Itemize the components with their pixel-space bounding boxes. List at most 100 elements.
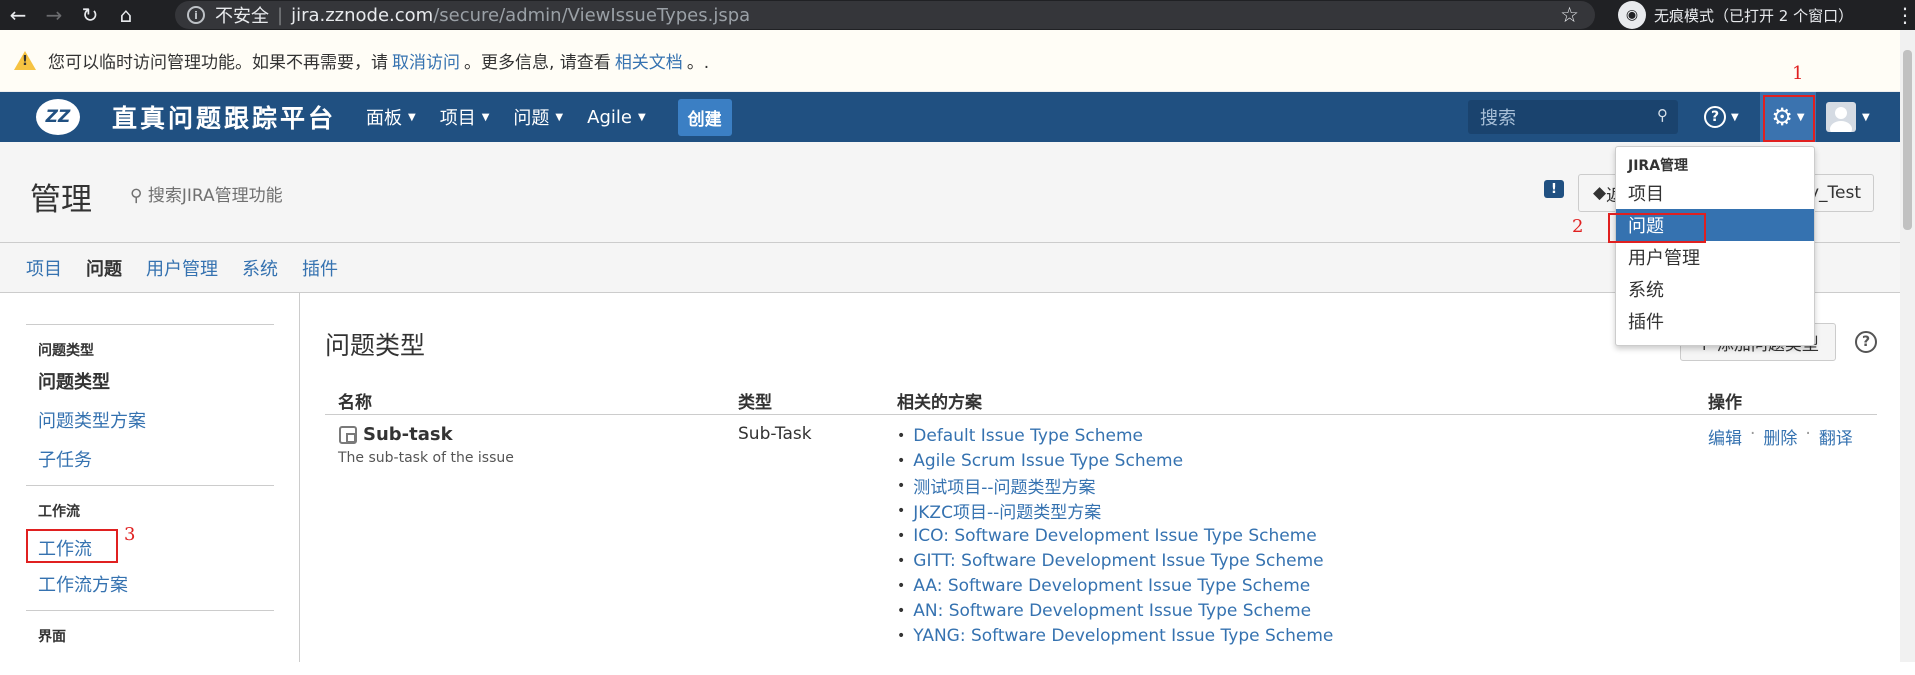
scheme-link[interactable]: JKZC项目--问题类型方案 xyxy=(897,498,1333,523)
chevron-down-icon: ▼ xyxy=(408,111,416,123)
logo[interactable]: ZZ xyxy=(36,99,80,135)
tab-projects[interactable]: 项目 xyxy=(26,255,62,281)
ops-separator: · xyxy=(1750,424,1756,444)
incognito-indicator[interactable]: ◉ 无痕模式（已打开 2 个窗口） xyxy=(1618,1,1854,29)
dropdown-heading: JIRA管理 xyxy=(1628,158,1689,174)
column-schemes: 相关的方案 xyxy=(897,393,982,413)
search-placeholder: 搜索 xyxy=(1480,108,1516,129)
brand-name[interactable]: 直真问题跟踪平台 xyxy=(112,99,336,135)
scheme-link[interactable]: YANG: Software Development Issue Type Sc… xyxy=(897,623,1333,648)
chevron-down-icon: ▼ xyxy=(1862,111,1870,123)
address-bar[interactable]: i 不安全 | jira.zznode.com /secure/admin/Vi… xyxy=(175,1,1595,29)
scheme-link[interactable]: Agile Scrum Issue Type Scheme xyxy=(897,448,1333,473)
nav-label: Agile xyxy=(587,106,632,128)
nav-issues[interactable]: 问题 ▼ xyxy=(513,99,563,136)
create-button[interactable]: 创建 xyxy=(677,98,732,136)
reload-icon[interactable]: ↻ xyxy=(72,0,108,30)
annotation-number-1: 1 xyxy=(1792,63,1804,84)
nav-label: 项目 xyxy=(439,108,476,129)
incognito-icon: ◉ xyxy=(1618,1,1646,29)
column-type: 类型 xyxy=(738,393,772,413)
feedback-icon[interactable]: ! xyxy=(1544,180,1564,198)
annotation-box-1 xyxy=(1763,95,1815,142)
dropdown-item-addons[interactable]: 插件 xyxy=(1616,305,1814,337)
column-name: 名称 xyxy=(338,393,372,413)
scheme-list: Default Issue Type Scheme Agile Scrum Is… xyxy=(897,423,1333,648)
admin-dropdown-menu: JIRA管理 项目 问题 用户管理 系统 插件 xyxy=(1615,146,1815,346)
sidebar-group-screens: 界面 xyxy=(38,629,66,645)
admin-search-label: 搜索JIRA管理功能 xyxy=(147,186,283,206)
top-nav: 面板 ▼ 项目 ▼ 问题 ▼ Agile ▼ 创建 xyxy=(366,98,732,136)
chevron-down-icon: ▼ xyxy=(555,111,564,123)
tab-system[interactable]: 系统 xyxy=(242,255,278,281)
page-title: 问题类型 xyxy=(325,331,426,360)
user-menu-button[interactable]: ▼ xyxy=(1826,100,1886,134)
issue-type-name: Sub-task xyxy=(363,424,453,445)
scheme-link[interactable]: AN: Software Development Issue Type Sche… xyxy=(897,598,1333,623)
translate-link[interactable]: 翻译 xyxy=(1819,424,1853,449)
chevron-down-icon: ▼ xyxy=(637,111,646,123)
back-arrow-icon[interactable]: ← xyxy=(0,0,36,30)
help-menu-button[interactable]: ? ▼ xyxy=(1704,102,1754,132)
bookmark-star-icon[interactable]: ☆ xyxy=(1560,3,1579,27)
quick-search-input[interactable]: 搜索 ⚲ xyxy=(1468,100,1678,134)
sidebar-item-issue-types[interactable]: 问题类型 xyxy=(38,368,299,394)
docs-link[interactable]: 相关文档 xyxy=(615,48,683,73)
help-icon[interactable]: ? xyxy=(1855,331,1877,353)
scheme-link[interactable]: AA: Software Development Issue Type Sche… xyxy=(897,573,1333,598)
scheme-link[interactable]: 测试项目--问题类型方案 xyxy=(897,473,1333,498)
table-row: Sub-task The sub-task of the issue Sub-T… xyxy=(325,415,1877,675)
annotation-number-2: 2 xyxy=(1572,216,1584,237)
sidebar-item-subtasks[interactable]: 子任务 xyxy=(38,446,299,472)
search-icon[interactable]: ⚲ xyxy=(1657,106,1668,124)
banner-text-2: 。更多信息, 请查看 xyxy=(464,53,611,73)
incognito-label: 无痕模式（已打开 2 个窗口） xyxy=(1654,6,1854,25)
issue-type-description: The sub-task of the issue xyxy=(338,450,514,466)
subtask-icon xyxy=(339,426,357,444)
url-host: jira.zznode.com xyxy=(291,4,434,26)
nav-dashboards[interactable]: 面板 ▼ xyxy=(366,99,416,136)
app-header: ZZ 直真问题跟踪平台 面板 ▼ 项目 ▼ 问题 ▼ Agile ▼ 创建 搜索 ⚲ ?… xyxy=(0,92,1900,142)
issue-types-table: 名称 类型 相关的方案 操作 Sub-task The sub-task of … xyxy=(325,383,1877,675)
chevron-down-icon: ▼ xyxy=(481,111,490,123)
search-icon: ⚲ xyxy=(130,186,148,206)
scheme-link[interactable]: Default Issue Type Scheme xyxy=(897,423,1333,448)
url-path: /secure/admin/ViewIssueTypes.jspa xyxy=(433,4,751,26)
scrollbar-thumb[interactable] xyxy=(1903,50,1912,230)
page-title-admin: 管理 xyxy=(30,182,92,218)
sidebar-divider xyxy=(26,485,274,486)
admin-search-link[interactable]: ⚲ 搜索JIRA管理功能 xyxy=(130,181,283,206)
sidebar-divider xyxy=(26,324,274,325)
info-icon[interactable]: i xyxy=(187,6,205,24)
dropdown-item-system[interactable]: 系统 xyxy=(1616,273,1814,305)
scheme-link[interactable]: ICO: Software Development Issue Type Sch… xyxy=(897,523,1333,548)
nav-projects[interactable]: 项目 ▼ xyxy=(440,99,490,136)
scheme-link[interactable]: GITT: Software Development Issue Type Sc… xyxy=(897,548,1333,573)
sidebar-item-workflow-schemes[interactable]: 工作流方案 xyxy=(38,571,299,597)
drop-access-link[interactable]: 取消访问 xyxy=(392,48,460,73)
annotation-box-3: 工作流 xyxy=(26,529,118,563)
delete-link[interactable]: 删除 xyxy=(1763,424,1797,449)
page-scrollbar[interactable] xyxy=(1900,30,1915,662)
browser-toolbar: ← → ↻ ⌂ i 不安全 | jira.zznode.com /secure/… xyxy=(0,0,1915,30)
project-name: y_Test xyxy=(1808,183,1861,203)
sidebar-item-workflows[interactable]: 工作流 xyxy=(38,535,116,561)
tab-user-management[interactable]: 用户管理 xyxy=(146,255,218,281)
browser-menu-icon[interactable]: ⋮ xyxy=(1895,0,1915,30)
table-header: 名称 类型 相关的方案 操作 xyxy=(325,383,1877,415)
main-content: 问题类型 + 添加问题类型 ? 名称 类型 相关的方案 操作 Sub-task … xyxy=(325,293,1900,662)
back-arrow-icon: ◆ xyxy=(1593,183,1607,203)
dropdown-item-user-management[interactable]: 用户管理 xyxy=(1616,241,1814,273)
admin-sidebar: 问题类型 问题类型 问题类型方案 子任务 工作流 工作流 工作流方案 界面 xyxy=(0,293,300,662)
tab-addons[interactable]: 插件 xyxy=(302,255,338,281)
dropdown-item-projects[interactable]: 项目 xyxy=(1616,177,1814,209)
nav-label: 问题 xyxy=(513,108,550,129)
home-icon[interactable]: ⌂ xyxy=(108,0,144,30)
sidebar-item-issue-type-schemes[interactable]: 问题类型方案 xyxy=(38,407,299,433)
sidebar-group-workflows: 工作流 xyxy=(38,504,80,520)
nav-label: 面板 xyxy=(366,108,403,129)
tab-issues[interactable]: 问题 xyxy=(86,255,122,281)
forward-arrow-icon[interactable]: → xyxy=(36,0,72,30)
edit-link[interactable]: 编辑 xyxy=(1708,424,1742,449)
nav-agile[interactable]: Agile ▼ xyxy=(587,99,646,136)
